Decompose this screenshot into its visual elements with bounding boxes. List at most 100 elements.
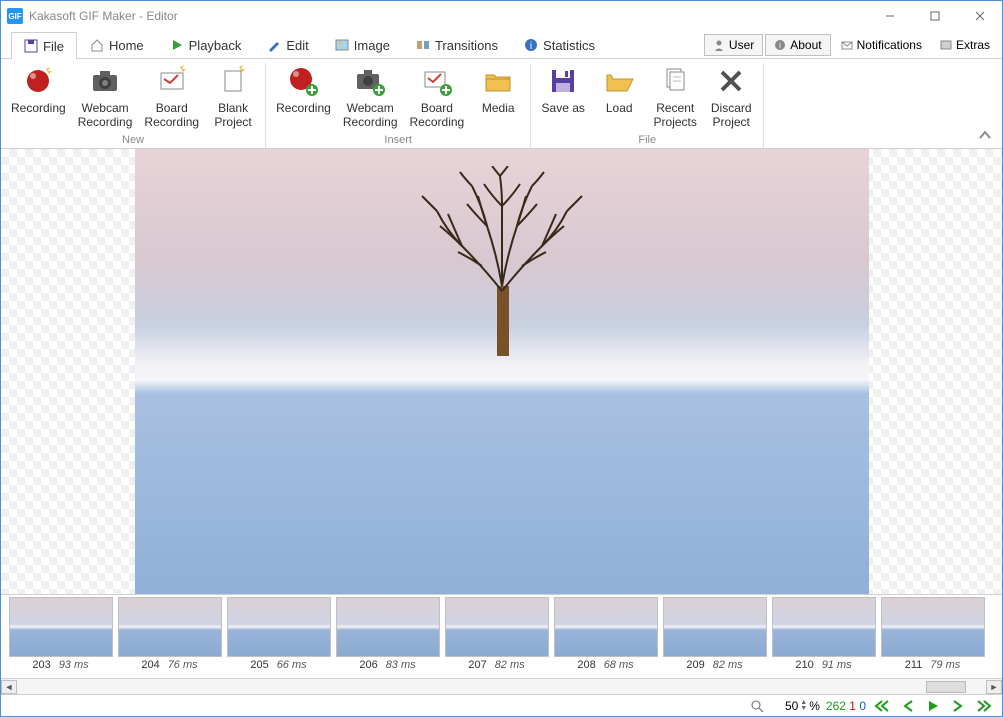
frame-thumb bbox=[445, 597, 549, 657]
frame-duration: 68 ms bbox=[604, 659, 634, 671]
insert-recording-label: Recording bbox=[276, 101, 331, 115]
notifications-button[interactable]: Notifications bbox=[833, 34, 930, 56]
discard-project-button[interactable]: DiscardProject bbox=[703, 63, 759, 132]
canvas-area[interactable] bbox=[1, 149, 1002, 594]
first-frame-button[interactable] bbox=[872, 700, 894, 712]
save-as-button[interactable]: Save as bbox=[535, 63, 591, 132]
frame-208[interactable]: 208 68 ms bbox=[552, 595, 659, 678]
recording-label: Recording bbox=[11, 101, 66, 115]
frame-duration: 76 ms bbox=[168, 659, 198, 671]
user-button[interactable]: User bbox=[704, 34, 763, 56]
prev-frame-button[interactable] bbox=[900, 700, 918, 712]
frame-thumb bbox=[881, 597, 985, 657]
frame-206[interactable]: 20683 ms bbox=[334, 595, 441, 678]
ribbon-group-file: Save as Load RecentProjects DiscardProje… bbox=[531, 63, 764, 148]
extras-label: Extras bbox=[956, 38, 990, 52]
insert-board-label: BoardRecording bbox=[410, 101, 465, 130]
extras-icon bbox=[940, 39, 952, 51]
window-title: Kakasoft GIF Maker - Editor bbox=[29, 9, 867, 23]
frame-duration: 79 ms bbox=[930, 659, 960, 671]
next-frame-button[interactable] bbox=[948, 700, 966, 712]
frame-thumb bbox=[336, 597, 440, 657]
insert-webcam-label: WebcamRecording bbox=[343, 101, 398, 130]
ribbon-group-new: Recording WebcamRecording BoardRecording… bbox=[1, 63, 266, 148]
record-icon bbox=[22, 65, 54, 97]
tab-edit-label: Edit bbox=[286, 38, 308, 53]
tab-home[interactable]: Home bbox=[77, 31, 157, 58]
tab-transitions[interactable]: Transitions bbox=[403, 31, 511, 58]
insert-webcam-button[interactable]: WebcamRecording bbox=[337, 63, 404, 132]
insert-recording-button[interactable]: Recording bbox=[270, 63, 337, 132]
tab-edit[interactable]: Edit bbox=[254, 31, 321, 58]
frame-strip: 203 93 ms 20476 ms 205 66 ms 20683 ms20782 ms… bbox=[1, 594, 1002, 678]
frame-211[interactable]: 21179 ms bbox=[879, 595, 986, 678]
zoom-control[interactable]: ▲▼ % bbox=[770, 699, 820, 713]
total-frames: 262 bbox=[826, 699, 846, 713]
insert-board-button[interactable]: BoardRecording bbox=[404, 63, 471, 132]
tab-statistics[interactable]: i Statistics bbox=[511, 31, 608, 58]
media-button[interactable]: Media bbox=[470, 63, 526, 132]
ribbon: Recording WebcamRecording BoardRecording… bbox=[1, 59, 1002, 149]
recording-button[interactable]: Recording bbox=[5, 63, 72, 132]
maximize-button[interactable] bbox=[912, 1, 957, 31]
load-button[interactable]: Load bbox=[591, 63, 647, 132]
scroll-left-button[interactable]: ◄ bbox=[1, 680, 17, 694]
play-button[interactable] bbox=[924, 700, 942, 712]
frame-number: 207 bbox=[468, 659, 486, 671]
frame-205[interactable]: 205 66 ms bbox=[225, 595, 332, 678]
webcam-recording-label: WebcamRecording bbox=[78, 101, 133, 130]
scroll-thumb[interactable] bbox=[926, 681, 966, 693]
frame-number: 208 bbox=[577, 659, 595, 671]
about-label: About bbox=[790, 38, 821, 52]
ribbon-group-insert: Recording WebcamRecording BoardRecording… bbox=[266, 63, 531, 148]
about-button[interactable]: i About bbox=[765, 34, 830, 56]
webcam-recording-button[interactable]: WebcamRecording bbox=[72, 63, 139, 132]
app-logo: GIF bbox=[7, 8, 23, 24]
zoom-input[interactable] bbox=[770, 699, 798, 713]
frame-number: 205 bbox=[250, 659, 268, 671]
frame-duration: 91 ms bbox=[822, 659, 852, 671]
folder-icon bbox=[482, 65, 514, 97]
extras-button[interactable]: Extras bbox=[932, 34, 998, 56]
board-recording-button[interactable]: BoardRecording bbox=[138, 63, 205, 132]
frame-number: 210 bbox=[795, 659, 813, 671]
tab-statistics-label: Statistics bbox=[543, 38, 595, 53]
ribbon-collapse-button[interactable] bbox=[978, 128, 992, 142]
frame-209[interactable]: 20982 ms bbox=[661, 595, 768, 678]
frame-duration: 93 ms bbox=[59, 659, 89, 671]
documents-icon bbox=[659, 65, 691, 97]
top-right-buttons: User i About Notifications Extras bbox=[702, 31, 1002, 58]
user-icon bbox=[713, 39, 725, 51]
board-recording-label: BoardRecording bbox=[144, 101, 199, 130]
scroll-track[interactable] bbox=[17, 680, 986, 694]
info-icon: i bbox=[524, 38, 538, 52]
tab-file[interactable]: File bbox=[11, 32, 77, 59]
pencil-icon bbox=[267, 38, 281, 52]
tab-image[interactable]: Image bbox=[322, 31, 403, 58]
tab-transitions-label: Transitions bbox=[435, 38, 498, 53]
last-frame-button[interactable] bbox=[972, 700, 994, 712]
folder-open-icon bbox=[603, 65, 635, 97]
recent-projects-button[interactable]: RecentProjects bbox=[647, 63, 703, 132]
tab-playback[interactable]: Playback bbox=[157, 31, 255, 58]
frame-207[interactable]: 20782 ms bbox=[443, 595, 550, 678]
blank-project-button[interactable]: BlankProject bbox=[205, 63, 261, 132]
frame-203[interactable]: 203 93 ms bbox=[7, 595, 114, 678]
frame-scrollbar[interactable]: ◄ ► bbox=[1, 678, 1002, 694]
minimize-button[interactable] bbox=[867, 1, 912, 31]
scroll-right-button[interactable]: ► bbox=[986, 680, 1002, 694]
frame-number: 203 bbox=[32, 659, 50, 671]
save-icon bbox=[24, 39, 38, 53]
magnifier-icon bbox=[750, 699, 764, 713]
user-label: User bbox=[729, 38, 754, 52]
frame-duration: 66 ms bbox=[277, 659, 307, 671]
frame-204[interactable]: 20476 ms bbox=[116, 595, 223, 678]
blank-icon bbox=[217, 65, 249, 97]
board-icon bbox=[156, 65, 188, 97]
close-button[interactable] bbox=[957, 1, 1002, 31]
zoom-spinner[interactable]: ▲▼ bbox=[800, 700, 807, 712]
play-icon bbox=[170, 38, 184, 52]
frame-number: 206 bbox=[359, 659, 377, 671]
svg-text:i: i bbox=[779, 41, 781, 50]
frame-210[interactable]: 210 91 ms bbox=[770, 595, 877, 678]
